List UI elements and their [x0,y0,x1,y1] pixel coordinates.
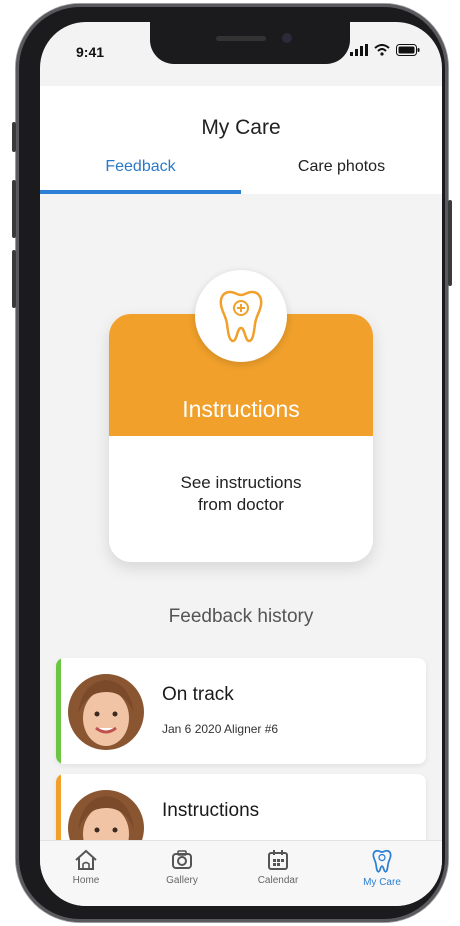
instructions-description-line-2: from doctor [198,495,284,514]
signal-icon [350,44,368,56]
status-time: 9:41 [76,44,105,60]
silent-switch [12,122,16,152]
app-screen: 9:41 My Care Feedback Care photos Instru… [40,22,442,906]
feedback-history-title: Feedback history [168,606,314,627]
notch [150,22,350,64]
nav-gallery-label: Gallery [166,875,198,886]
instructions-card-description: See instructions from doctor [109,472,373,516]
nav-home[interactable]: Home [46,849,126,886]
tab-feedback[interactable]: Feedback [40,158,241,176]
status-icons [350,44,420,56]
app-header: My Care Feedback Care photos [40,86,442,194]
feedback-status-bar [56,658,61,764]
nav-home-label: Home [72,875,100,886]
front-camera [282,33,292,43]
feedback-item-subtitle: Jan 6 2020 Aligner #6 [162,722,279,736]
speaker [216,36,266,41]
nav-my-care-label: My Care [363,877,401,888]
nav-gallery[interactable]: Gallery [142,849,222,886]
volume-up-button [12,180,16,238]
tooth-icon [219,290,263,343]
tab-care-photos[interactable]: Care photos [241,158,442,176]
instructions-card-title: Instructions [182,396,300,422]
camera-icon [172,850,192,869]
power-button [448,200,452,286]
feedback-item-title: On track [162,684,234,705]
instructions-tooth-badge [195,270,287,362]
avatar [68,674,144,750]
nav-my-care[interactable]: My Care [342,849,422,888]
active-tab-indicator [40,190,241,194]
home-icon [75,849,97,870]
tooth-icon [372,849,392,873]
volume-down-button [12,250,16,308]
bottom-nav: Home Gallery Calendar My Care [40,840,442,906]
battery-icon [396,44,420,56]
wifi-icon [374,44,390,56]
feedback-item-on-track[interactable]: On track Jan 6 2020 Aligner #6 [56,658,426,764]
nav-calendar[interactable]: Calendar [238,849,318,886]
nav-calendar-label: Calendar [257,875,299,886]
feedback-item-title: Instructions [162,800,260,821]
calendar-icon [268,850,288,870]
page-title: My Care [201,116,281,139]
instructions-description-line-1: See instructions [180,473,302,492]
